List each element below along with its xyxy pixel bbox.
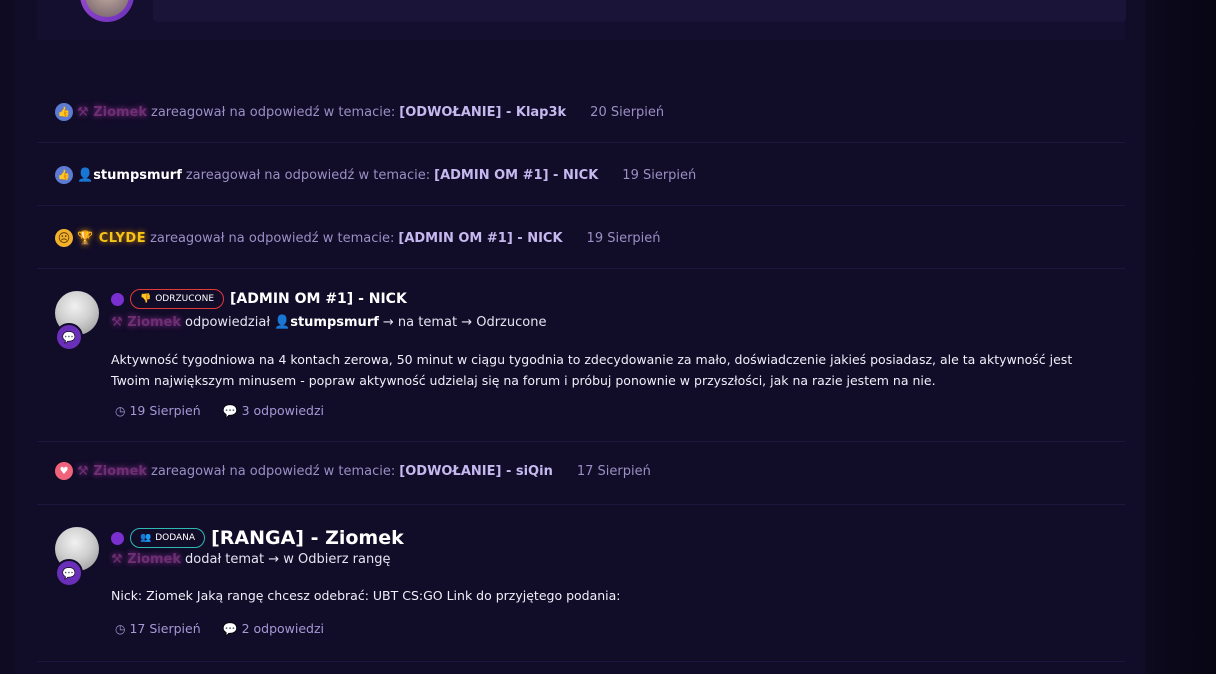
replies-count: 3 odpowiedzi [241,403,325,418]
username: Ziomek [93,104,148,120]
username: CLYDE [98,230,147,246]
post-body: Nick: Ziomek Jaką rangę chcesz odebrać: … [111,588,621,603]
status-badge: 👥 DODANA [130,528,206,548]
hammer-icon: ⚒ [111,315,123,330]
username: Ziomek [127,552,182,567]
trophy-icon: 🏆 [77,230,94,246]
post-date: ◷ 17 Sierpień [115,621,201,636]
activity-action: zareagował na odpowiedź w temacie: [151,463,396,479]
user-icon: 👤 [274,315,291,330]
username: Ziomek [93,463,148,479]
activity-action: zareagował na odpowiedź w temacie: [151,104,396,120]
activity-row: ☹ 🏆 CLYDE zareagował na odpowiedź w tema… [37,206,1125,269]
post-title[interactable]: [RANGA] - Ziomek [211,527,404,549]
user-link-stumpsmurf[interactable]: 👤stumpsmurf [274,315,379,330]
user-link-ziomek[interactable]: ⚒ Ziomek [111,552,181,567]
activity-date: 19 Sierpień [622,167,697,183]
topic-link[interactable]: [ODWOŁANIE] - siQin [399,464,553,479]
comment-icon: 💬 [222,621,238,636]
topic-link[interactable]: [ADMIN OM #1] - NICK [398,231,562,246]
username: Ziomek [127,315,182,330]
comment-icon: 💬 [222,403,238,418]
replies-link[interactable]: 💬 3 odpowiedzi [223,403,324,418]
group-icon: 👥 [140,533,152,543]
status-dot [111,292,124,306]
user-link-stumpsmurf[interactable]: 👤stumpsmurf [77,168,182,183]
comments-icon: 💬 [55,559,83,587]
avatar[interactable] [80,0,134,22]
post-body: Aktywność tygodniowa na 4 kontach zerowa… [111,352,1073,388]
activity-panel: 👍 ⚒ Ziomek zareagował na odpowiedź w tem… [15,0,1145,674]
activity-row: 👍 ⚒ Ziomek zareagował na odpowiedź w tem… [37,80,1125,143]
username: stumpsmurf [290,315,379,330]
activity-line: ♥ ⚒ Ziomek zareagował na odpowiedź w tem… [55,462,651,480]
post-date-label: 19 Sierpień [129,403,201,418]
thumbs-down-icon: 👎 [140,294,152,304]
user-link-ziomek[interactable]: ⚒ Ziomek [77,105,147,120]
previous-post-card [37,0,1126,40]
user-link-ziomek[interactable]: ⚒ Ziomek [77,464,147,479]
clock-icon: ◷ [115,621,126,636]
hammer-icon: ⚒ [77,463,89,479]
hammer-icon: ⚒ [111,552,123,567]
activity-row: 👍 👤stumpsmurf zareagował na odpowiedź w … [37,143,1125,206]
post-subline: ⚒ Ziomek odpowiedział 👤stumpsmurf → na t… [111,315,550,330]
activity-line: ☹ 🏆 CLYDE zareagował na odpowiedź w tema… [55,229,661,247]
post-date: ◷ 19 Sierpień [115,403,201,418]
post-date-label: 17 Sierpień [129,621,201,636]
status-badge-label: ODRZUCONE [155,294,215,304]
activity-date: 17 Sierpień [576,463,651,479]
post-entry: 💬 👎 ODRZUCONE [ADMIN OM #1] - NICK ⚒ Ziom… [37,269,1125,442]
activity-feed: 👍 ⚒ Ziomek zareagował na odpowiedź w tem… [37,80,1125,662]
post-meta: ◷ 17 Sierpień 💬 2 odpowiedzi [115,621,346,636]
post-title[interactable]: [ADMIN OM #1] - NICK [230,291,407,307]
post-header: 👎 ODRZUCONE [ADMIN OM #1] - NICK [111,289,407,309]
activity-date: 19 Sierpień [586,230,661,246]
page-edge-left [0,0,15,674]
status-badge-label: DODANA [155,533,196,543]
post-destination[interactable]: → na temat → Odrzucone [383,315,547,330]
activity-date: 20 Sierpień [590,104,665,120]
replies-count: 2 odpowiedzi [241,621,325,636]
comment-icon: 💬 [55,323,83,351]
topic-link[interactable]: [ADMIN OM #1] - NICK [434,168,598,183]
activity-action: zareagował na odpowiedź w temacie: [185,167,431,183]
like-icon: 👍 [55,103,73,121]
user-link-ziomek[interactable]: ⚒ Ziomek [111,315,181,330]
heart-icon: ♥ [55,462,73,480]
status-dot [111,531,124,545]
clock-icon: ◷ [115,403,126,418]
avatar-image [85,0,129,17]
page-edge-right [1145,0,1216,674]
activity-action: zareagował na odpowiedź w temacie: [150,230,395,246]
previous-post-body [153,0,1126,22]
post-subline: ⚒ Ziomek dodał temat → w Odbierz rangę [111,552,394,567]
username: stumpsmurf [93,167,182,183]
user-link-clyde[interactable]: 🏆 CLYDE [77,231,146,246]
post-meta: ◷ 19 Sierpień 💬 3 odpowiedzi [115,403,346,418]
emoji-face-icon: ☹ [55,229,73,247]
replies-link[interactable]: 💬 2 odpowiedzi [223,621,324,636]
post-entry: 💬 👥 DODANA [RANGA] - Ziomek ⚒ Ziomek doda… [37,505,1125,662]
post-destination[interactable]: dodał temat → w Odbierz rangę [185,552,390,567]
post-verb: odpowiedział [185,315,271,330]
hammer-icon: ⚒ [77,104,89,120]
status-badge: 👎 ODRZUCONE [130,289,225,309]
like-icon: 👍 [55,166,73,184]
activity-line: 👍 ⚒ Ziomek zareagował na odpowiedź w tem… [55,103,664,121]
activity-row: ♥ ⚒ Ziomek zareagował na odpowiedź w tem… [37,442,1125,505]
topic-link[interactable]: [ODWOŁANIE] - Klap3k [399,105,566,120]
activity-line: 👍 👤stumpsmurf zareagował na odpowiedź w … [55,166,696,184]
post-header: 👥 DODANA [RANGA] - Ziomek [111,527,404,549]
user-icon: 👤 [77,167,94,183]
